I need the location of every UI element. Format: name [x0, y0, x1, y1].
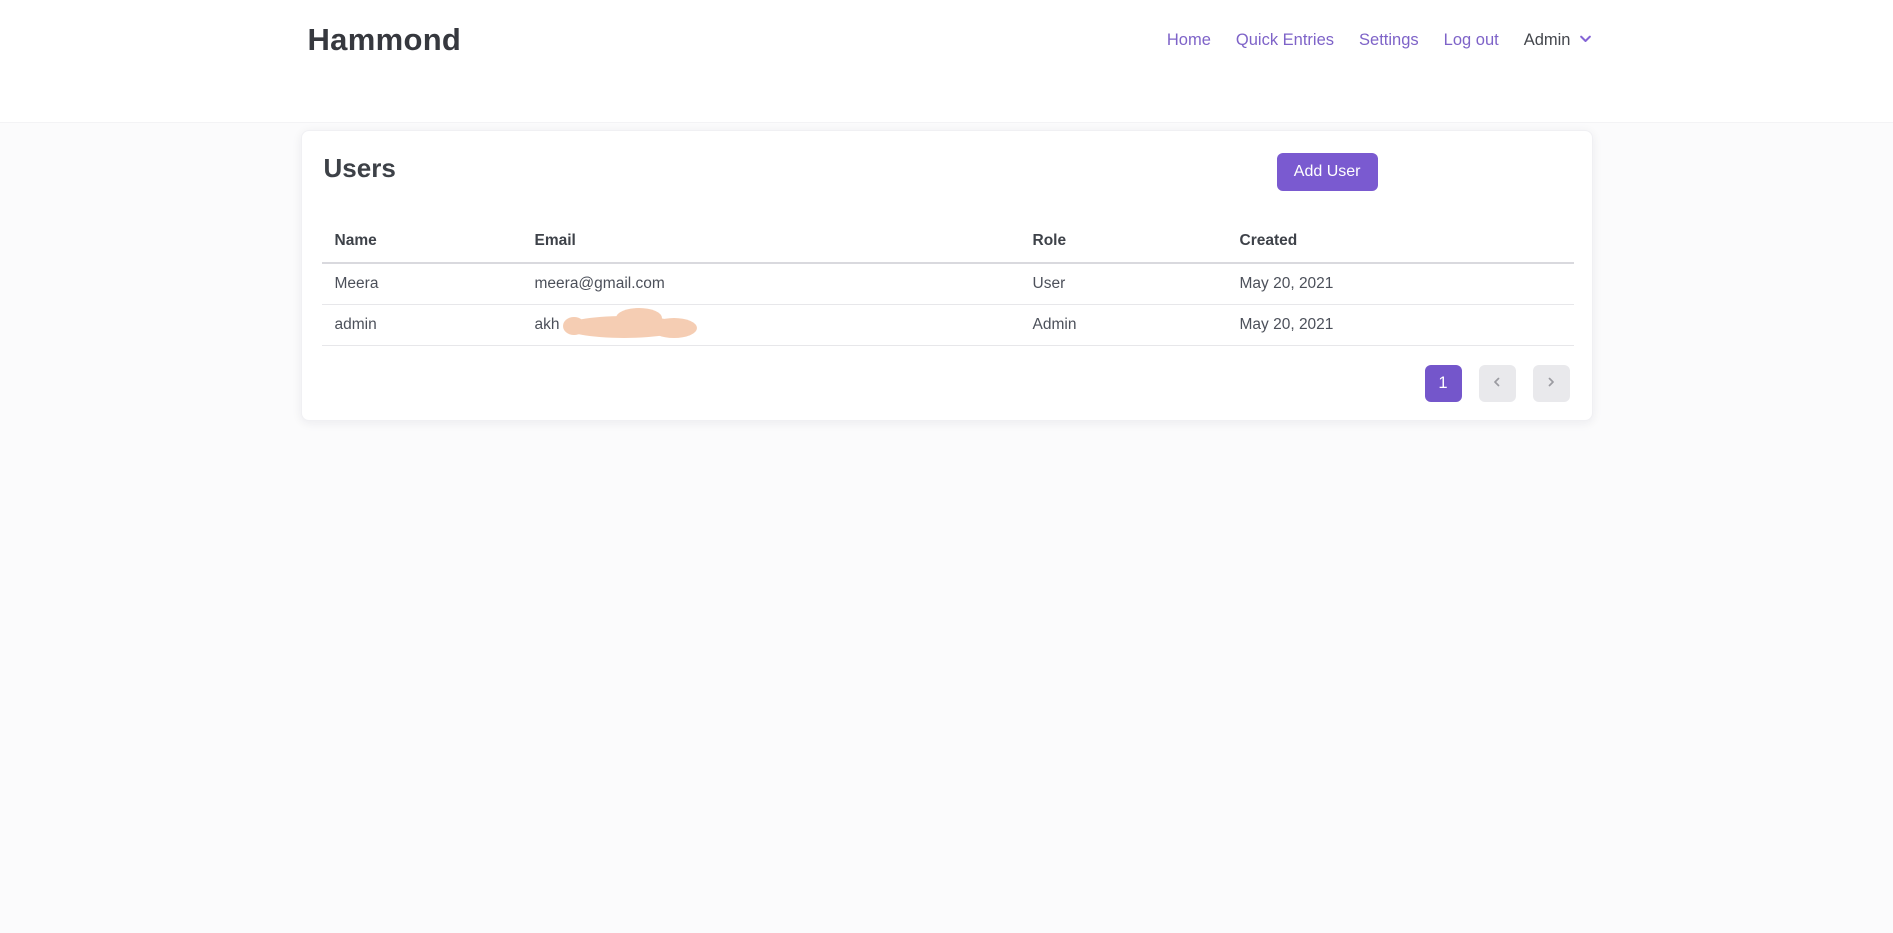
cell-name: admin: [322, 305, 522, 346]
users-card-header: Users Add User: [302, 131, 1592, 184]
email-redaction-scribble: [562, 306, 702, 342]
pagination-prev-button[interactable]: [1479, 365, 1516, 402]
main-nav: Home Quick Entries Settings Log out Admi…: [1167, 17, 1593, 63]
add-user-button[interactable]: Add User: [1277, 153, 1378, 191]
user-menu-label: Admin: [1524, 17, 1571, 63]
pagination: 1: [1425, 365, 1570, 402]
table-header-row: Name Email Role Created: [322, 224, 1574, 263]
chevron-down-icon: [1578, 18, 1593, 64]
chevron-left-icon: [1491, 374, 1503, 393]
table-row: Meera meera@gmail.com User May 20, 2021: [322, 263, 1574, 305]
column-header-name: Name: [322, 224, 522, 263]
page-title: Users: [324, 153, 1570, 184]
brand-logo[interactable]: Hammond: [308, 17, 462, 63]
cell-email: meera@gmail.com: [522, 263, 1020, 305]
pagination-next-button[interactable]: [1533, 365, 1570, 402]
nav-item-logout[interactable]: Log out: [1444, 17, 1499, 63]
chevron-right-icon: [1545, 374, 1557, 393]
column-header-created: Created: [1227, 224, 1574, 263]
email-visible-fragment: akh: [535, 316, 560, 333]
cell-role: User: [1020, 263, 1227, 305]
user-menu-dropdown[interactable]: Admin: [1524, 16, 1593, 64]
users-card: Users Add User Name Email Role Created M…: [301, 130, 1593, 421]
main-content: Users Add User Name Email Role Created M…: [0, 123, 1893, 421]
cell-created: May 20, 2021: [1227, 305, 1574, 346]
column-header-email: Email: [522, 224, 1020, 263]
column-header-role: Role: [1020, 224, 1227, 263]
cell-created: May 20, 2021: [1227, 263, 1574, 305]
table-row: admin akh Admin: [322, 305, 1574, 346]
cell-email: akh: [522, 305, 1020, 346]
nav-item-quick-entries[interactable]: Quick Entries: [1236, 17, 1334, 63]
page-button-1[interactable]: 1: [1425, 365, 1462, 402]
users-table: Name Email Role Created Meera meera@gmai…: [322, 224, 1574, 346]
nav-item-settings[interactable]: Settings: [1359, 17, 1419, 63]
cell-name: Meera: [322, 263, 522, 305]
top-header: Hammond Home Quick Entries Settings Log …: [0, 0, 1893, 123]
cell-role: Admin: [1020, 305, 1227, 346]
nav-item-home[interactable]: Home: [1167, 17, 1211, 63]
